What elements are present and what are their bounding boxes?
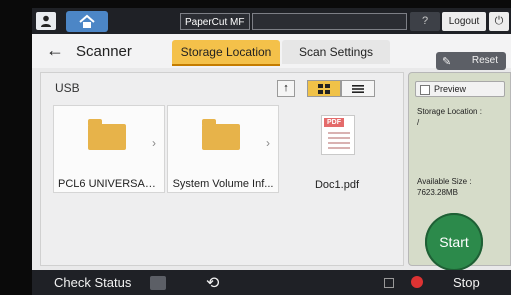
folder-label: PCL6 UNIVERSAL ... — [58, 178, 163, 190]
tab-storage-location[interactable]: Storage Location — [172, 40, 280, 66]
checkbox-icon — [420, 85, 430, 95]
stop-button[interactable]: Stop — [453, 275, 480, 290]
scanner-screen: PaperCut MF ? Logout ⏻ ← Scanner Storage… — [32, 8, 511, 295]
doc-line — [328, 137, 350, 139]
start-button[interactable]: Start — [425, 213, 483, 271]
reset-label: Reset — [471, 55, 498, 66]
chevron-right-icon: › — [266, 136, 270, 150]
file-label: Doc1.pdf — [314, 179, 360, 191]
available-size-value: 7623.28MB — [417, 188, 458, 197]
folder-icon — [88, 119, 126, 150]
reset-button[interactable]: ✎ Reset — [436, 52, 506, 70]
storage-location-label: Storage Location : — [417, 107, 482, 116]
available-size-label: Available Size : — [417, 177, 472, 186]
pdf-badge: PDF — [324, 118, 344, 127]
preview-checkbox[interactable]: Preview — [415, 81, 505, 97]
upload-icon: ↑ — [283, 82, 289, 94]
grid-view-button[interactable] — [307, 80, 341, 97]
folder-item[interactable]: › System Volume Inf... — [167, 105, 279, 193]
list-view-button[interactable] — [341, 80, 375, 97]
pdf-file-icon: PDF — [321, 115, 355, 155]
status-icon[interactable] — [150, 276, 166, 290]
file-item[interactable]: PDF Doc1.pdf — [281, 105, 393, 193]
top-status-bar: PaperCut MF ? Logout ⏻ — [32, 8, 511, 34]
small-indicator-icon — [384, 278, 394, 288]
chevron-right-icon: › — [152, 136, 156, 150]
user-icon — [41, 15, 51, 27]
info-field — [252, 13, 407, 30]
return-icon[interactable]: ⟲ — [206, 273, 219, 293]
folder-label: System Volume Inf... — [172, 178, 274, 190]
doc-line — [328, 147, 350, 149]
folder-item[interactable]: › PCL6 UNIVERSAL ... — [53, 105, 165, 193]
upload-button[interactable]: ↑ — [277, 80, 295, 97]
file-browser: USB ↑ › PCL6 UNIVERSAL ... › System Volu… — [40, 72, 404, 266]
grid-icon — [318, 83, 330, 94]
check-status-button[interactable]: Check Status — [54, 275, 131, 290]
bottom-bar: Check Status ⟲ Stop — [32, 270, 511, 295]
doc-line — [328, 142, 350, 144]
preview-label: Preview — [434, 84, 467, 94]
reset-icon: ✎ — [442, 56, 452, 68]
app-badge: PaperCut MF — [180, 13, 250, 30]
home-button[interactable] — [66, 11, 108, 32]
home-icon — [79, 14, 95, 28]
stop-icon[interactable] — [411, 276, 423, 288]
power-button[interactable]: ⏻ — [489, 12, 509, 31]
user-button[interactable] — [36, 12, 56, 30]
folder-icon — [202, 119, 240, 150]
logout-button[interactable]: Logout — [442, 12, 486, 31]
storage-location-value: / — [417, 118, 420, 127]
power-icon: ⏻ — [494, 15, 504, 27]
page-title: Scanner — [76, 43, 132, 60]
location-label: USB — [55, 81, 80, 95]
tab-scan-settings[interactable]: Scan Settings — [282, 40, 390, 64]
help-button[interactable]: ? — [410, 12, 440, 31]
doc-line — [328, 132, 350, 134]
side-panel: Preview Storage Location : / Available S… — [408, 72, 511, 271]
list-icon — [352, 84, 364, 93]
back-arrow-icon[interactable]: ← — [46, 40, 64, 61]
